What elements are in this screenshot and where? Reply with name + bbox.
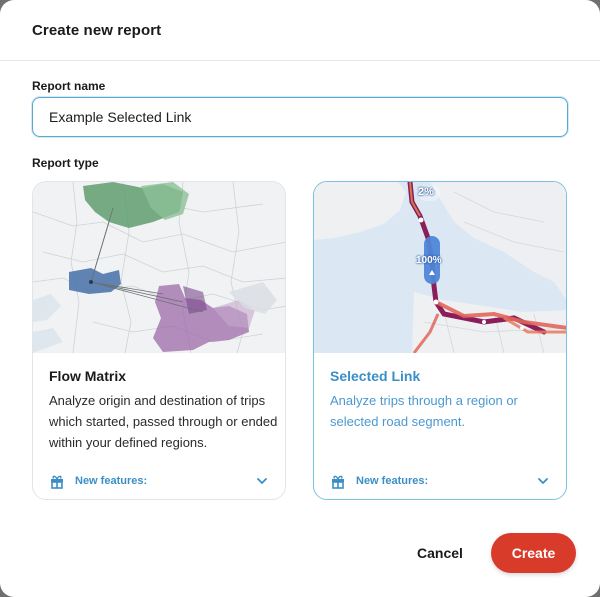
- report-type-label: Report type: [32, 156, 99, 170]
- gift-icon: [330, 473, 346, 489]
- create-report-dialog: Create new report Report name Report typ…: [0, 0, 600, 597]
- new-features-label: New features:: [75, 475, 148, 487]
- cancel-button[interactable]: Cancel: [404, 537, 476, 569]
- flow-matrix-features-toggle[interactable]: New features:: [49, 471, 269, 491]
- new-features-label: New features:: [356, 475, 429, 487]
- selected-link-description: Analyze trips through a region or select…: [330, 393, 518, 429]
- selected-link-map-preview: [314, 182, 566, 353]
- report-type-card-flow-matrix[interactable]: Flow Matrix Analyze origin and destinati…: [32, 181, 286, 500]
- chevron-down-icon[interactable]: [255, 474, 269, 488]
- chevron-down-icon[interactable]: [536, 474, 550, 488]
- flow-matrix-description: Analyze origin and destination of trips …: [49, 393, 278, 450]
- gift-icon: [49, 473, 65, 489]
- selected-link-features-toggle[interactable]: New features:: [330, 471, 550, 491]
- report-name-input[interactable]: [32, 97, 568, 137]
- selected-link-title: Selected Link: [330, 368, 421, 384]
- dialog-header: Create new report: [0, 0, 600, 61]
- map-label-100-percent: 100%: [416, 255, 442, 266]
- selected-link-card-body: Selected Link Analyze trips through a re…: [330, 368, 560, 432]
- flow-matrix-title: Flow Matrix: [49, 368, 127, 384]
- report-name-label: Report name: [32, 79, 106, 93]
- create-button[interactable]: Create: [491, 533, 576, 573]
- flow-matrix-card-body: Flow Matrix Analyze origin and destinati…: [49, 368, 279, 453]
- flow-matrix-map-preview: [33, 182, 285, 353]
- report-type-card-selected-link[interactable]: 2% 100% Selected Link Analyze trips thro…: [313, 181, 567, 500]
- map-label-2-percent: 2%: [418, 186, 434, 198]
- dialog-title: Create new report: [32, 22, 162, 39]
